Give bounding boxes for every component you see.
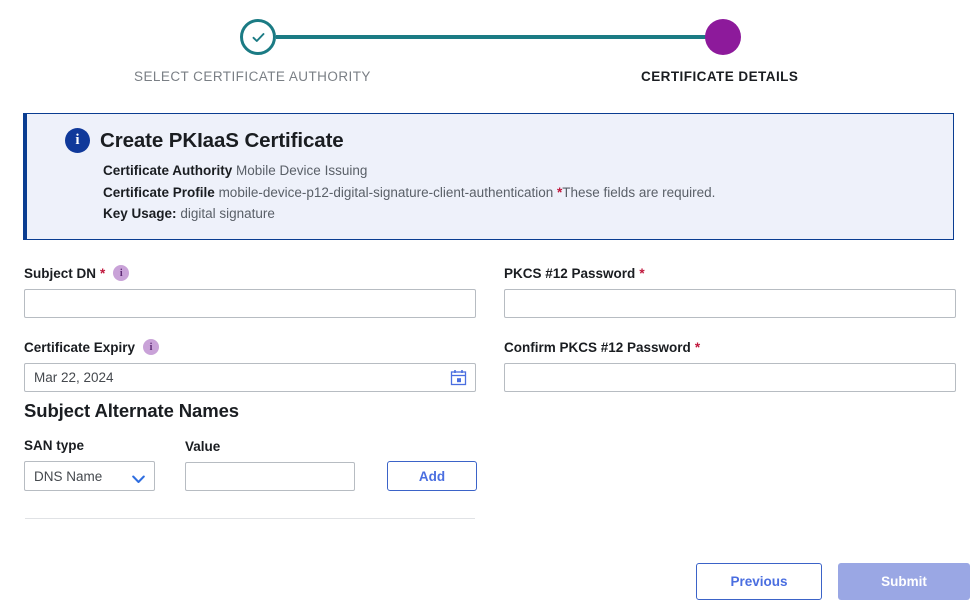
- section-divider: [25, 518, 475, 519]
- add-san-button[interactable]: Add: [387, 461, 477, 491]
- field-certificate-expiry: Certificate Expiry i: [24, 338, 476, 392]
- step-node-certificate-details[interactable]: [705, 19, 741, 55]
- submit-button[interactable]: Submit: [838, 563, 970, 600]
- label-text: Value: [185, 439, 220, 454]
- banner-header: i Create PKIaaS Certificate: [65, 128, 935, 153]
- san-value-cell: Value: [185, 437, 355, 491]
- san-value-input[interactable]: [185, 462, 355, 491]
- label-confirm-pkcs12-password: Confirm PKCS #12 Password *: [504, 338, 956, 356]
- label-subject-dn: Subject DN * i: [24, 264, 476, 282]
- banner-row-certificate-profile: Certificate Profile mobile-device-p12-di…: [103, 182, 935, 204]
- san-type-control: DNS Name: [24, 461, 155, 491]
- subject-alternate-names-section: Subject Alternate Names SAN type DNS Nam…: [24, 400, 479, 491]
- step-label-certificate-details: CERTIFICATE DETAILS: [641, 69, 798, 84]
- certificate-expiry-input[interactable]: [24, 363, 476, 392]
- required-asterisk: *: [100, 266, 105, 281]
- field-confirm-pkcs12-password: Confirm PKCS #12 Password *: [504, 338, 956, 392]
- banner-row-value: Mobile Device Issuing: [236, 163, 367, 178]
- label-text: PKCS #12 Password: [504, 266, 635, 281]
- banner-row-value: digital signature: [180, 206, 275, 221]
- previous-button[interactable]: Previous: [696, 563, 822, 600]
- check-icon: [250, 29, 267, 46]
- subject-dn-input[interactable]: [24, 289, 476, 318]
- san-section-title: Subject Alternate Names: [24, 400, 479, 422]
- form-column-left: Subject DN * i Certificate Expiry i: [24, 264, 476, 392]
- calendar-icon[interactable]: [450, 369, 467, 386]
- banner-row-label: Certificate Profile: [103, 185, 215, 200]
- banner-row-label: Key Usage:: [103, 206, 177, 221]
- san-type-cell: SAN type DNS Name: [24, 436, 155, 491]
- san-add-cell: Add: [387, 461, 477, 491]
- label-san-type: SAN type: [24, 436, 155, 454]
- label-text: Subject DN: [24, 266, 96, 281]
- info-icon: i: [65, 128, 90, 153]
- banner-row-certificate-authority: Certificate Authority Mobile Device Issu…: [103, 160, 935, 182]
- page-title: Create PKIaaS Certificate: [100, 129, 344, 153]
- label-text: SAN type: [24, 438, 84, 453]
- certificate-expiry-control: [24, 363, 476, 392]
- info-icon[interactable]: i: [143, 339, 159, 355]
- banner-row-label: Certificate Authority: [103, 163, 232, 178]
- label-san-value: Value: [185, 437, 355, 455]
- wizard-footer-actions: Previous Submit: [696, 563, 970, 600]
- san-type-select[interactable]: DNS Name: [24, 461, 155, 491]
- field-subject-dn: Subject DN * i: [24, 264, 476, 318]
- label-text: Certificate Expiry: [24, 340, 135, 355]
- required-note-text: These fields are required.: [562, 185, 715, 200]
- required-asterisk: *: [695, 340, 700, 355]
- step-node-select-certificate-authority[interactable]: [240, 19, 276, 55]
- info-banner: i Create PKIaaS Certificate Certificate …: [23, 113, 954, 240]
- wizard-stepper: SELECT CERTIFICATE AUTHORITY CERTIFICATE…: [0, 0, 971, 96]
- required-asterisk: *: [639, 266, 644, 281]
- required-fields-note: *These fields are required.: [557, 185, 715, 200]
- label-text: Confirm PKCS #12 Password: [504, 340, 691, 355]
- label-pkcs12-password: PKCS #12 Password *: [504, 264, 956, 282]
- banner-row-value: mobile-device-p12-digital-signature-clie…: [219, 185, 554, 200]
- banner-detail-rows: Certificate Authority Mobile Device Issu…: [103, 160, 935, 225]
- step-label-select-certificate-authority: SELECT CERTIFICATE AUTHORITY: [134, 69, 371, 84]
- banner-row-key-usage: Key Usage: digital signature: [103, 203, 935, 225]
- field-pkcs12-password: PKCS #12 Password *: [504, 264, 956, 318]
- info-icon[interactable]: i: [113, 265, 129, 281]
- form-column-right: PKCS #12 Password * Confirm PKCS #12 Pas…: [504, 264, 956, 392]
- label-certificate-expiry: Certificate Expiry i: [24, 338, 476, 356]
- san-entry-row: SAN type DNS Name Value Add: [24, 436, 479, 491]
- pkcs12-password-input[interactable]: [504, 289, 956, 318]
- stepper-connector-line: [276, 35, 724, 39]
- confirm-pkcs12-password-input[interactable]: [504, 363, 956, 392]
